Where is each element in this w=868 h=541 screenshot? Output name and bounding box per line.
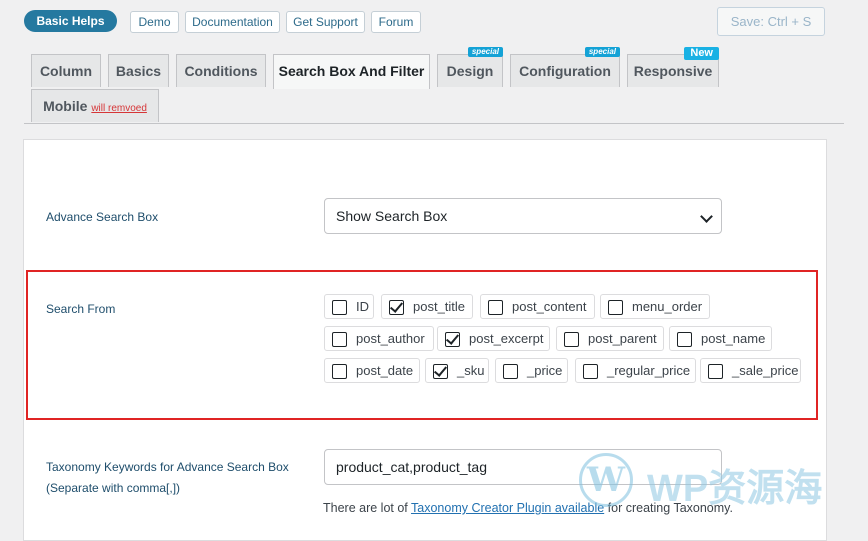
checkbox-label: post_parent (588, 331, 657, 346)
checkbox-icon[interactable] (677, 332, 692, 347)
taxonomy-creator-link[interactable]: Taxonomy Creator Plugin available (411, 501, 604, 515)
get-support-link[interactable]: Get Support (286, 11, 365, 33)
checkbox-icon[interactable] (708, 364, 723, 379)
search-from-option-post-excerpt[interactable]: post_excerpt (437, 326, 550, 351)
save-button[interactable]: Save: Ctrl + S (717, 7, 825, 36)
new-badge: New (684, 47, 719, 60)
tab-label: Basics (115, 63, 162, 79)
tab-responsive[interactable]: Responsive New (627, 47, 719, 87)
checkbox-label: _regular_price (607, 363, 691, 378)
search-from-label: Search From (46, 302, 116, 316)
search-from-option-post-name[interactable]: post_name (669, 326, 772, 351)
special-badge: special (584, 47, 620, 57)
checkbox-icon[interactable] (608, 300, 623, 315)
advance-search-box-select[interactable]: Show Search Box (324, 198, 722, 234)
checkbox-icon[interactable] (332, 364, 347, 379)
checkbox-label: post_name (701, 331, 766, 346)
checkbox-label: _sku (457, 363, 485, 378)
taxonomy-keywords-label: Taxonomy Keywords for Advance Search Box (46, 460, 289, 474)
checkbox-label: post_title (413, 299, 466, 314)
tab-configuration[interactable]: Configuration special (510, 47, 620, 87)
tab-label: Conditions (184, 63, 258, 79)
checkbox-icon[interactable] (332, 332, 347, 347)
checkbox-icon[interactable] (503, 364, 518, 379)
chevron-down-icon (700, 210, 713, 223)
tab-label: Mobile (43, 98, 88, 114)
checkbox-label: post_date (356, 363, 414, 378)
search-from-option-post-date[interactable]: post_date (324, 358, 420, 383)
search-from-option-menu-order[interactable]: menu_order (600, 294, 710, 319)
tab-label: Configuration (519, 63, 611, 79)
search-from-option-price[interactable]: _price (495, 358, 568, 383)
taxonomy-keywords-hint: (Separate with comma[,]) (46, 481, 181, 495)
watermark: W WP资源海 (579, 452, 851, 510)
wordpress-logo-icon: W (579, 453, 633, 507)
checkbox-icon[interactable] (433, 364, 448, 379)
tab-search-box-and-filter[interactable]: Search Box And Filter (273, 54, 430, 89)
tab-label: Search Box And Filter (278, 63, 425, 79)
tab-label: Design (446, 63, 494, 79)
forum-link[interactable]: Forum (371, 11, 421, 33)
help-prefix: There are lot of (323, 501, 412, 515)
checkbox-icon[interactable] (445, 332, 460, 347)
will-removed-note: will remvoed (91, 103, 147, 114)
special-badge: special (467, 47, 503, 57)
checkbox-icon[interactable] (488, 300, 503, 315)
search-from-option-post-content[interactable]: post_content (480, 294, 595, 319)
search-from-option-post-author[interactable]: post_author (324, 326, 434, 351)
tab-column[interactable]: Column (31, 54, 101, 87)
input-value: product_cat,product_tag (336, 459, 487, 475)
tab-divider (24, 123, 844, 124)
checkbox-label: _price (527, 363, 563, 378)
tab-design[interactable]: Design special (437, 47, 503, 87)
basic-helps-button[interactable]: Basic Helps (24, 10, 117, 32)
checkbox-icon[interactable] (389, 300, 404, 315)
tab-label: Responsive (633, 63, 713, 79)
tab-basics[interactable]: Basics (108, 54, 169, 87)
checkbox-icon[interactable] (583, 364, 598, 379)
search-from-option-post-title[interactable]: post_title (381, 294, 473, 319)
search-from-option-ID[interactable]: ID (324, 294, 374, 319)
checkbox-label: menu_order (632, 299, 703, 314)
checkbox-icon[interactable] (332, 300, 347, 315)
checkbox-label: post_excerpt (469, 331, 544, 346)
watermark-text: WP资源海 (647, 468, 823, 510)
checkbox-label: post_author (356, 331, 425, 346)
checkbox-icon[interactable] (564, 332, 579, 347)
search-from-option-sku[interactable]: _sku (425, 358, 489, 383)
documentation-link[interactable]: Documentation (185, 11, 280, 33)
tab-mobile[interactable]: Mobile will remvoed (31, 89, 159, 122)
top-toolbar: Basic Helps Demo Documentation Get Suppo… (0, 0, 868, 50)
tab-conditions[interactable]: Conditions (176, 54, 266, 87)
checkbox-label: _sale_price (732, 363, 799, 378)
demo-link[interactable]: Demo (130, 11, 179, 33)
search-from-option-sale-price[interactable]: _sale_price (700, 358, 801, 383)
search-from-option-regular-price[interactable]: _regular_price (575, 358, 696, 383)
tab-label: Column (39, 63, 93, 79)
search-from-option-post-parent[interactable]: post_parent (556, 326, 664, 351)
checkbox-label: ID (356, 299, 369, 314)
checkbox-label: post_content (512, 299, 587, 314)
advance-search-box-label: Advance Search Box (46, 210, 159, 224)
select-value: Show Search Box (336, 208, 448, 224)
